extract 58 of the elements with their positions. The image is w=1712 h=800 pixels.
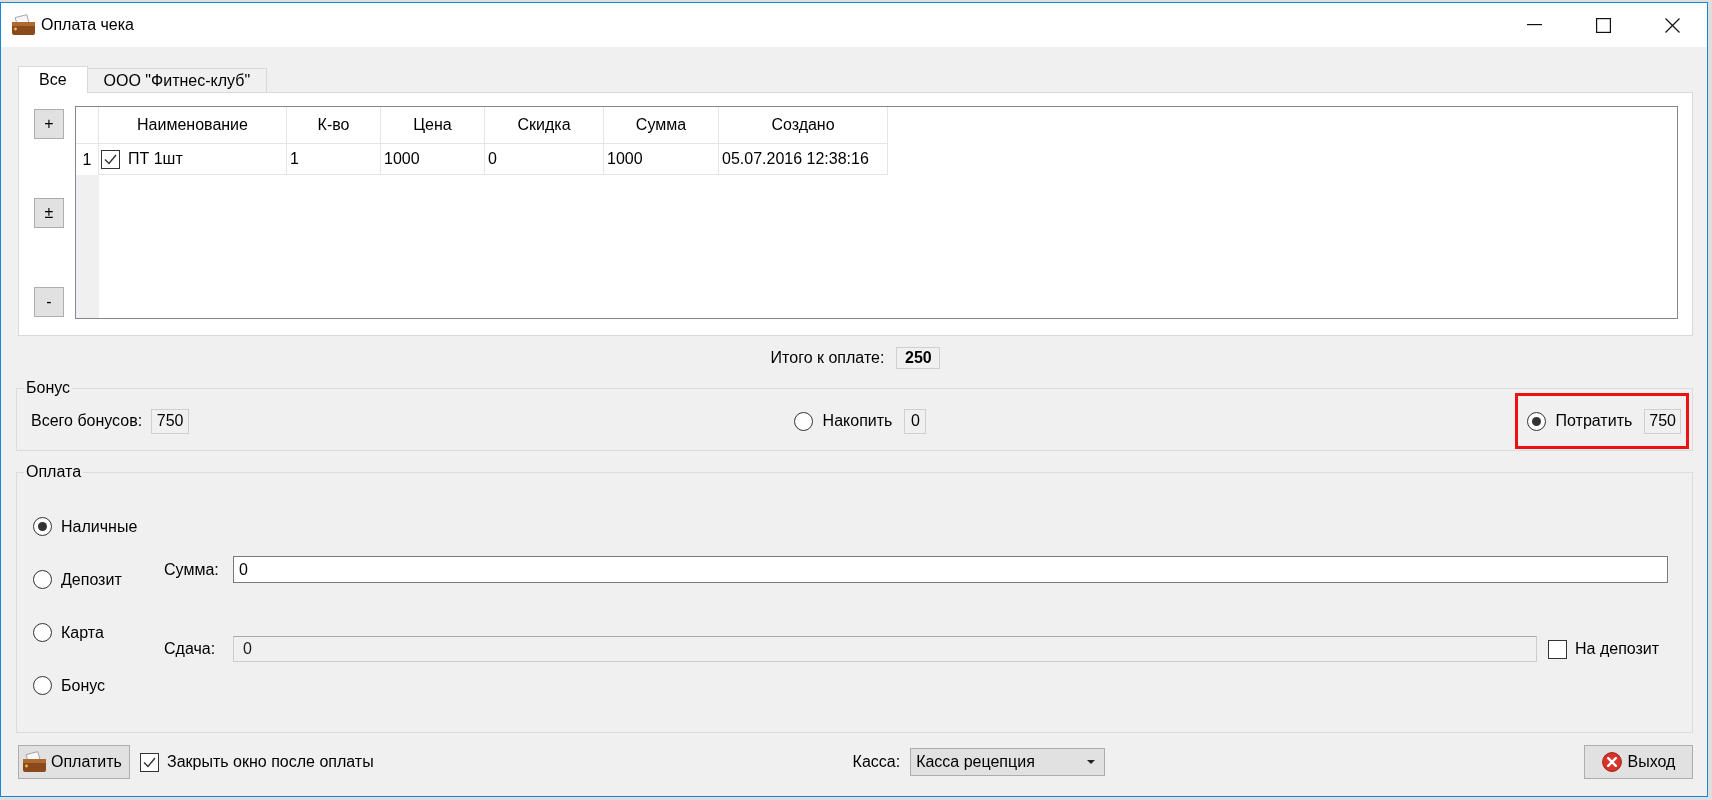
row-action-button[interactable]: ± — [34, 198, 64, 228]
total-value: 250 — [896, 347, 941, 369]
bonus-radio[interactable]: Накопить — [793, 411, 893, 431]
column-header[interactable]: К-во — [287, 107, 381, 144]
group-title: Бонус — [25, 380, 72, 396]
minimize-icon — [1527, 24, 1542, 26]
cross-circle-icon — [1601, 752, 1622, 772]
wallet-icon — [22, 751, 47, 773]
register-label: Касса: — [852, 753, 901, 771]
bonus-total-label: Всего бонусов: — [31, 412, 143, 430]
header-corner-cell — [76, 107, 99, 144]
radio-icon[interactable] — [33, 623, 52, 642]
radio-icon[interactable] — [793, 411, 813, 431]
pay-button[interactable]: Оплатить — [18, 745, 130, 779]
payment-method-radio[interactable]: Карта — [33, 606, 164, 659]
amount-label: Сумма: — [164, 560, 220, 579]
wallet-icon — [11, 14, 36, 36]
table-cell: 1 — [287, 144, 381, 175]
table-cell: 05.07.2016 12:38:16 — [719, 144, 888, 175]
amount-input[interactable]: 0 — [233, 556, 1668, 583]
deposit-checkbox[interactable]: На депозит — [1548, 639, 1668, 659]
column-header[interactable]: Наименование — [99, 107, 287, 144]
bonus-option-value: 0 — [904, 408, 927, 434]
payment-method-radio[interactable]: Наличные — [33, 500, 164, 553]
change-label: Сдача: — [164, 640, 217, 658]
column-header[interactable]: Создано — [719, 107, 888, 144]
table-cell: 1000 — [604, 144, 719, 175]
column-header[interactable]: Цена — [381, 107, 485, 144]
tab[interactable]: Все — [18, 66, 88, 93]
close-icon — [1665, 17, 1680, 33]
payment-method-radio[interactable]: Депозит — [33, 553, 164, 606]
total-label: Итого к оплате: — [770, 349, 885, 367]
radio-icon[interactable] — [33, 676, 52, 695]
checkbox-icon[interactable] — [1548, 639, 1567, 659]
bonus-radio[interactable]: Потратить — [1526, 411, 1633, 431]
caret-icon — [1087, 760, 1096, 764]
table-cell: ПТ 1шт — [128, 150, 183, 168]
radio-icon[interactable] — [1526, 411, 1546, 431]
radio-icon[interactable] — [33, 570, 52, 589]
bonus-option-value: 750 — [1644, 408, 1681, 434]
column-header[interactable]: Сумма — [604, 107, 719, 144]
exit-button[interactable]: Выход — [1584, 745, 1693, 779]
maximize-icon — [1596, 17, 1611, 33]
row-action-button[interactable]: - — [34, 287, 64, 317]
bonus-total-value: 750 — [151, 408, 190, 434]
column-header[interactable]: Скидка — [485, 107, 604, 144]
table-cell: 1000 — [381, 144, 485, 175]
checkbox-icon[interactable] — [140, 752, 159, 772]
row-action-button[interactable]: + — [34, 109, 64, 139]
window-title: Оплата чека — [41, 16, 134, 34]
group-title: Оплата — [25, 464, 83, 480]
payment-method-radio[interactable]: Бонус — [33, 659, 164, 712]
close-after-payment-checkbox[interactable]: Закрыть окно после оплаты — [140, 752, 374, 772]
register-dropdown[interactable]: Касса рецепция — [910, 748, 1106, 776]
tab[interactable]: ООО "Фитнес-клуб" — [86, 68, 268, 92]
checkbox-icon[interactable] — [101, 149, 120, 169]
radio-icon[interactable] — [33, 517, 52, 536]
table-cell: 0 — [485, 144, 604, 175]
